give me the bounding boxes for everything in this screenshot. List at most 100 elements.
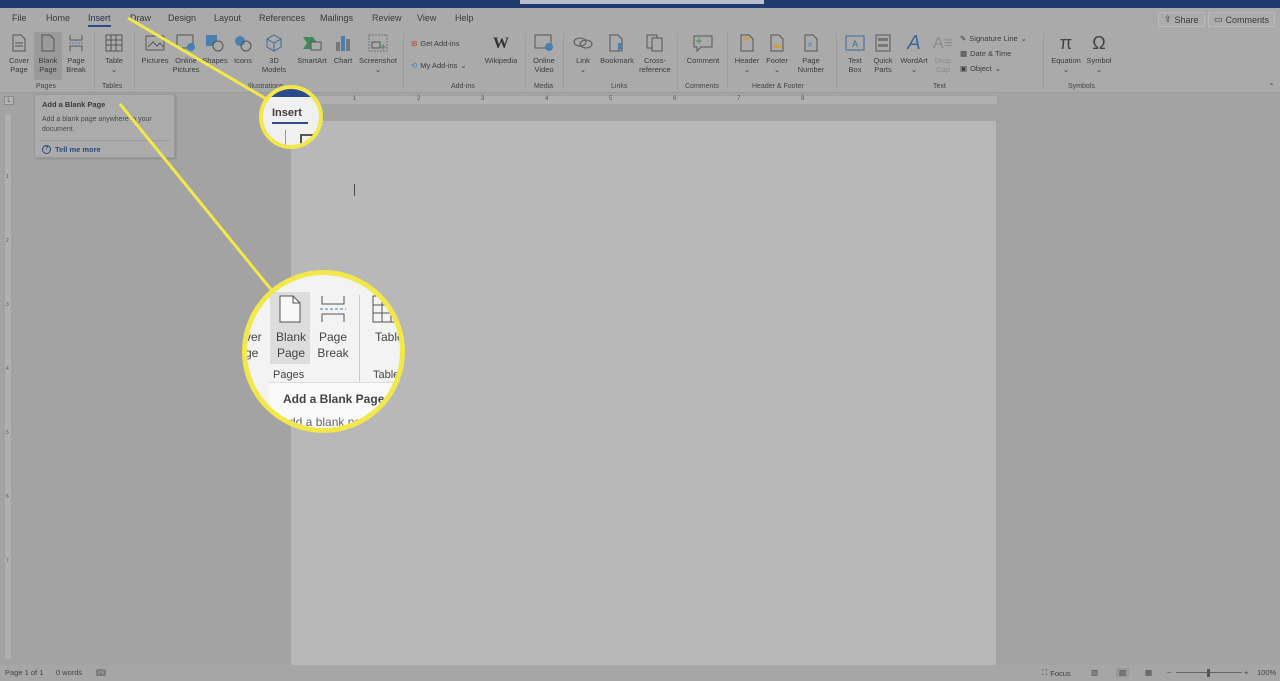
magnified-blank-label-1: Blank: [275, 330, 307, 344]
table-label: Table: [105, 56, 123, 65]
ruler-number: 5: [609, 96, 613, 102]
quick-parts-icon: [872, 32, 894, 54]
icons-button[interactable]: Icons: [230, 32, 256, 65]
tab-help[interactable]: Help: [455, 13, 474, 23]
page-count[interactable]: Page 1 of 1: [5, 668, 43, 677]
table-button[interactable]: Table ⌄: [100, 32, 128, 74]
title-bar: [0, 0, 1280, 8]
blank-page-tooltip: Add a Blank Page Add a blank page anywhe…: [34, 94, 175, 158]
store-icon: ⊞: [411, 39, 418, 48]
bookmark-button[interactable]: Bookmark: [598, 32, 636, 65]
tab-review[interactable]: Review: [372, 13, 402, 23]
focus-button[interactable]: ⛶ Focus: [1042, 668, 1071, 678]
chart-button[interactable]: Chart: [331, 32, 355, 65]
shapes-label: Shapes: [202, 56, 228, 65]
vertical-ruler[interactable]: 1 2 3 4 5 6 7: [4, 113, 12, 660]
ruler-number: 4: [545, 96, 549, 102]
footer-button[interactable]: Footer ⌄: [763, 32, 791, 74]
chart-icon: [332, 32, 354, 54]
tables-group-label: Tables: [102, 83, 123, 90]
tab-selector[interactable]: L: [4, 96, 14, 105]
smartart-button[interactable]: SmartArt: [295, 32, 329, 65]
cube-icon: [263, 32, 285, 54]
header-label: Header: [734, 56, 760, 65]
comments-button[interactable]: ▭ Comments: [1208, 12, 1276, 27]
text-box-button[interactable]: A Text Box: [842, 32, 868, 74]
cover-page-button[interactable]: Cover Page: [5, 32, 33, 74]
header-button[interactable]: Header ⌄: [733, 32, 761, 74]
blank-page-label: Blank Page: [38, 56, 58, 74]
svg-text:#: #: [808, 42, 812, 49]
blank-page-button[interactable]: Blank Page: [34, 32, 62, 80]
symbol-button[interactable]: Ω Symbol ⌄: [1084, 32, 1114, 75]
zoom-in-button[interactable]: +: [1244, 668, 1248, 677]
wordart-button[interactable]: A WordArt ⌄: [898, 32, 930, 75]
my-addins-button[interactable]: ⟲ My Add-ins ⌄: [411, 61, 467, 70]
word-count[interactable]: 0 words: [56, 668, 82, 677]
magnified-tooltip-title: Add a Blank Page: [283, 392, 385, 406]
cover-page-label: Cover Page: [8, 56, 29, 74]
object-button[interactable]: ▣ Object ⌄: [960, 64, 1001, 73]
bookmark-icon: [606, 32, 628, 54]
drop-cap-button[interactable]: A≡ Drop Cap: [932, 32, 954, 74]
equation-label: Equation: [1051, 56, 1081, 65]
wikipedia-button[interactable]: W Wikipedia: [482, 32, 520, 65]
horizontal-ruler[interactable]: 1 2 3 4 5 6 7 8: [290, 95, 998, 105]
collapse-ribbon-icon[interactable]: ⌃: [1268, 82, 1275, 91]
print-layout-icon[interactable]: ▤: [1116, 668, 1130, 677]
online-pictures-button[interactable]: Online Pictures: [172, 32, 200, 74]
cross-reference-button[interactable]: Cross-reference: [637, 32, 673, 74]
symbol-label: Symbol: [1086, 56, 1112, 65]
page-number-button[interactable]: # Page Number: [792, 32, 830, 74]
zoom-out-button[interactable]: −: [1167, 668, 1171, 677]
3d-models-label: 3D Models: [261, 56, 287, 74]
get-addins-button[interactable]: ⊞ Get Add-ins: [411, 39, 460, 48]
tell-me-more-link[interactable]: ? Tell me more: [42, 145, 101, 154]
equation-button[interactable]: π Equation ⌄: [1049, 32, 1083, 75]
footer-icon: [766, 32, 788, 54]
ruler-number: 4: [6, 366, 9, 372]
ruler-number: 6: [673, 96, 677, 102]
tab-file[interactable]: File: [12, 13, 27, 23]
proofing-icon[interactable]: 📖︎: [96, 668, 106, 677]
group-separator: [836, 33, 837, 89]
chevron-down-icon: ⌄: [743, 65, 751, 74]
pages-group-label: Pages: [36, 83, 56, 90]
date-time-button[interactable]: ▦ Date & Time: [960, 49, 1011, 58]
tab-design[interactable]: Design: [168, 13, 196, 23]
shapes-button[interactable]: Shapes: [202, 32, 228, 65]
web-layout-icon[interactable]: ▦: [1145, 668, 1152, 677]
tab-view[interactable]: View: [417, 13, 436, 23]
chart-label: Chart: [333, 56, 353, 65]
tab-insert[interactable]: Insert: [88, 13, 111, 27]
share-button[interactable]: ⇪ Share: [1158, 12, 1205, 27]
online-video-icon: [533, 32, 555, 54]
ruler-number: 2: [417, 96, 421, 102]
wordart-label: WordArt: [900, 56, 928, 65]
tab-mailings[interactable]: Mailings: [320, 13, 353, 23]
online-video-button[interactable]: Online Video: [530, 32, 558, 74]
3d-models-button[interactable]: 3D Models: [258, 32, 290, 74]
search-box[interactable]: [520, 0, 764, 4]
link-button[interactable]: Link ⌄: [570, 32, 596, 74]
tab-layout[interactable]: Layout: [214, 13, 241, 23]
tab-home[interactable]: Home: [46, 13, 70, 23]
magnified-separator: [285, 130, 286, 145]
text-box-label: Text Box: [848, 56, 862, 74]
page-break-button[interactable]: Page Break: [63, 32, 89, 74]
quick-parts-button[interactable]: Quick Parts: [869, 32, 897, 74]
table-icon: [103, 32, 125, 54]
screenshot-button[interactable]: Screenshot ⌄: [357, 32, 399, 74]
new-comment-button[interactable]: Comment: [683, 32, 723, 65]
read-mode-icon[interactable]: ▥: [1091, 668, 1098, 677]
status-bar: Page 1 of 1 0 words 📖︎ ⛶ Focus ▥ ▤ ▦ − +…: [0, 665, 1280, 681]
tab-draw[interactable]: Draw: [130, 13, 151, 23]
group-separator: [403, 33, 404, 89]
tab-references[interactable]: References: [259, 13, 305, 23]
zoom-slider-thumb[interactable]: [1207, 669, 1210, 677]
signature-line-button[interactable]: ✎ Signature Line ⌄: [960, 34, 1027, 43]
pictures-button[interactable]: Pictures: [140, 32, 170, 65]
online-pictures-label: Online Pictures: [172, 56, 200, 74]
zoom-level[interactable]: 100%: [1257, 668, 1276, 677]
group-separator: [677, 33, 678, 89]
